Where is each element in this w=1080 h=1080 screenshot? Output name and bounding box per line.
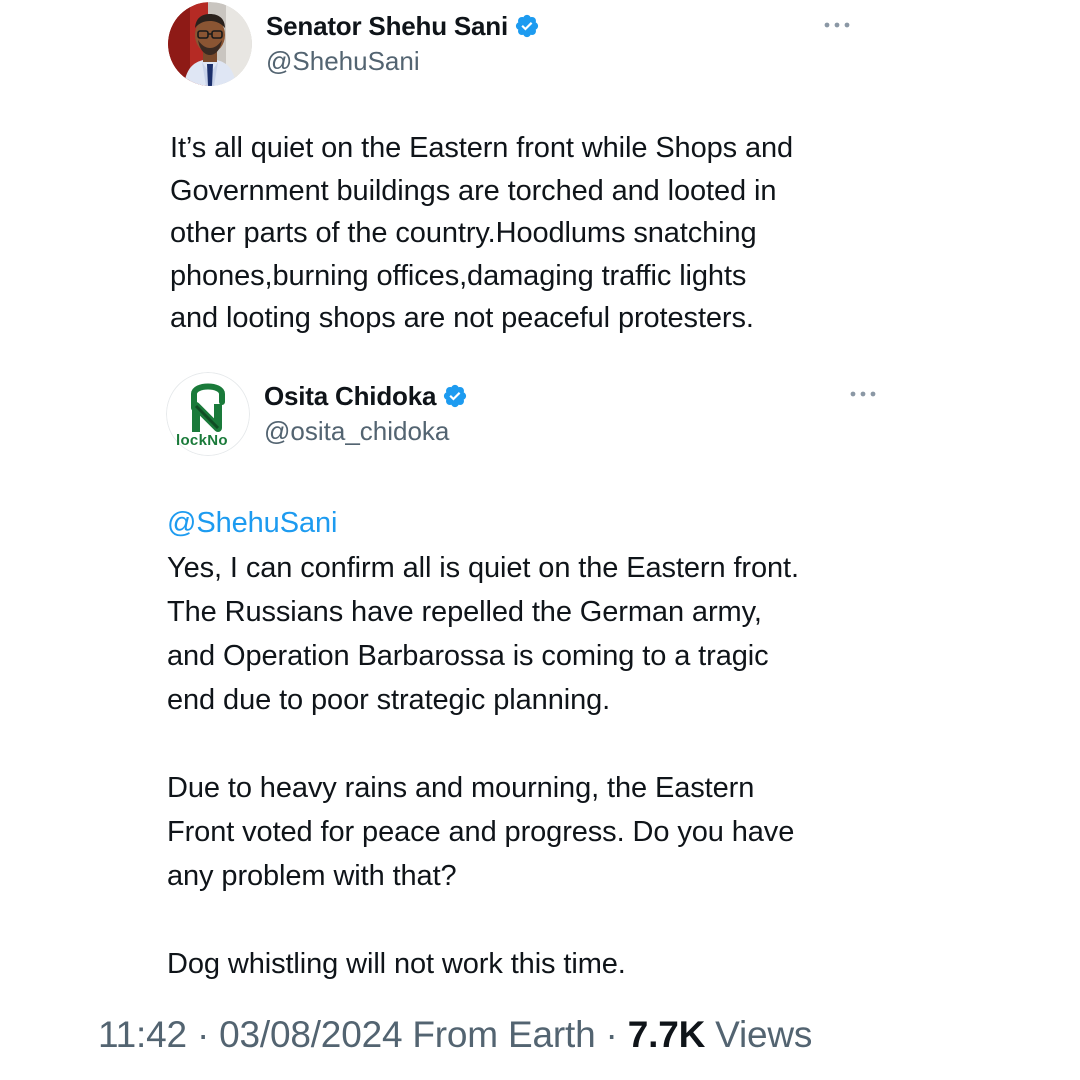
locknow-logo-text: lockNo (176, 432, 228, 449)
views-count[interactable]: 7.7K (628, 1014, 706, 1055)
reply-author-handle[interactable]: @osita_chidoka (264, 416, 468, 447)
reply-tweet-text: Yes, I can confirm all is quiet on the E… (167, 552, 799, 980)
views-label: Views (705, 1014, 813, 1055)
reply-mention-link[interactable]: @ShehuSani (167, 502, 337, 545)
reply-author-name[interactable]: Osita Chidoka (264, 381, 436, 412)
quoted-author-block: Senator Shehu Sani @ShehuSani (266, 8, 540, 77)
portrait-avatar-icon (168, 2, 252, 86)
meta-separator: · (186, 1014, 220, 1055)
quoted-author-handle[interactable]: @ShehuSani (266, 46, 540, 77)
quoted-tweet-header: Senator Shehu Sani @ShehuSani (168, 2, 540, 86)
quoted-author-name-row: Senator Shehu Sani (266, 8, 540, 44)
more-horizontal-icon[interactable] (822, 19, 852, 31)
tweet-source: From Earth (402, 1014, 596, 1055)
shehu-sani-avatar[interactable] (168, 2, 252, 86)
tweet-date[interactable]: 03/08/2024 (219, 1014, 402, 1055)
reply-author-name-row: Osita Chidoka (264, 378, 468, 414)
reply-author-block: Osita Chidoka @osita_chidoka (264, 378, 468, 447)
tweet-meta-row: 11:42 · 03/08/2024 From Earth · 7.7K Vie… (98, 1014, 812, 1056)
meta-separator: · (595, 1014, 628, 1055)
more-horizontal-icon[interactable] (848, 388, 878, 400)
quoted-tweet-text: It’s all quiet on the Eastern front whil… (170, 132, 794, 334)
verified-badge-icon (442, 383, 468, 409)
tweet-time[interactable]: 11:42 (98, 1014, 187, 1055)
verified-badge-icon (514, 13, 540, 39)
quoted-author-name[interactable]: Senator Shehu Sani (266, 11, 508, 42)
